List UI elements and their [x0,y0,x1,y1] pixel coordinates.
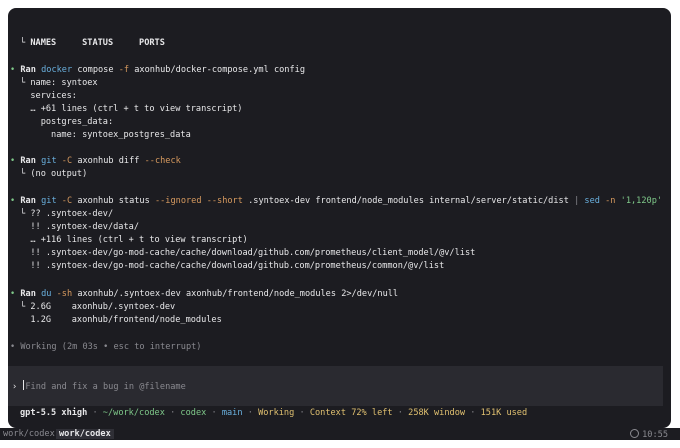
bullet-icon: • [10,342,16,352]
state-label: Working [258,408,295,418]
output-line: 1.2G axonhub/frontend/node_modules [20,315,222,325]
command-line-git-diff: • Ran git -C axonhub diff --check [10,156,181,166]
tab-work-codex-active[interactable]: work/codex [56,429,114,439]
model-label: gpt-5.5 xhigh [20,408,88,418]
command-line-git-status: • Ran git -C axonhub status --ignored --… [10,196,663,206]
output-line: … +116 lines (ctrl + t to view transcrip… [20,235,248,245]
path-label: ~/work/codex [102,408,165,418]
output-line: └ (no output) [20,169,88,179]
bullet-icon: • [10,289,16,299]
output-line: name: syntoex_postgres_data [20,130,191,140]
command-line-docker: • Ran docker compose -f axonhub/docker-c… [10,65,305,75]
clock-icon [630,429,640,438]
bullet-icon: • [10,65,16,75]
window-label: 258K window [408,408,466,418]
output-line: └ name: syntoex [20,78,98,88]
project-label: codex [180,408,207,418]
clock: 10:55 [630,429,668,440]
output-line: └ ?? .syntoex-dev/ [20,209,114,219]
prompt-input[interactable]: › Find and fix a bug in @filename [12,380,186,392]
col-status: STATUS [82,38,114,48]
context-label: Context 72% left [309,408,393,418]
tab-work-codex[interactable]: work/codex [0,429,58,439]
col-names: NAMES [30,38,57,48]
status-bar: gpt-5.5 xhigh · ~/work/codex · codex · m… [20,408,528,418]
output-line: !! .syntoex-dev/data/ [20,222,139,232]
output-line: services: [20,91,77,101]
tmux-tab-bar: work/codex work/codex 10:55 [0,428,680,440]
output-line: !! .syntoex-dev/go-mod-cache/cache/downl… [20,248,476,258]
table-header: └ NAMES STATUS PORTS [20,38,165,48]
output-line: postgres_data: [20,117,114,127]
prompt-chevron-icon: › [12,382,18,392]
col-ports: PORTS [139,38,165,48]
used-label: 151K used [480,408,528,418]
branch-label: main [221,408,243,418]
terminal-window: └ NAMES STATUS PORTS • Ran docker compos… [8,8,671,428]
command-line-du: • Ran du -sh axonhub/.syntoex-dev axonhu… [10,289,399,299]
output-line: !! .syntoex-dev/go-mod-cache/cache/downl… [20,261,445,271]
bullet-icon: • [10,156,16,166]
prompt-input-box[interactable]: › Find and fix a bug in @filename [8,366,663,406]
output-line: … +61 lines (ctrl + t to view transcript… [20,104,243,114]
working-indicator: • Working (2m 03s • esc to interrupt) [10,342,202,352]
bullet-icon: • [10,196,16,206]
prompt-placeholder: Find and fix a bug in @filename [25,382,186,392]
output-line: └ 2.6G axonhub/.syntoex-dev [20,302,176,312]
